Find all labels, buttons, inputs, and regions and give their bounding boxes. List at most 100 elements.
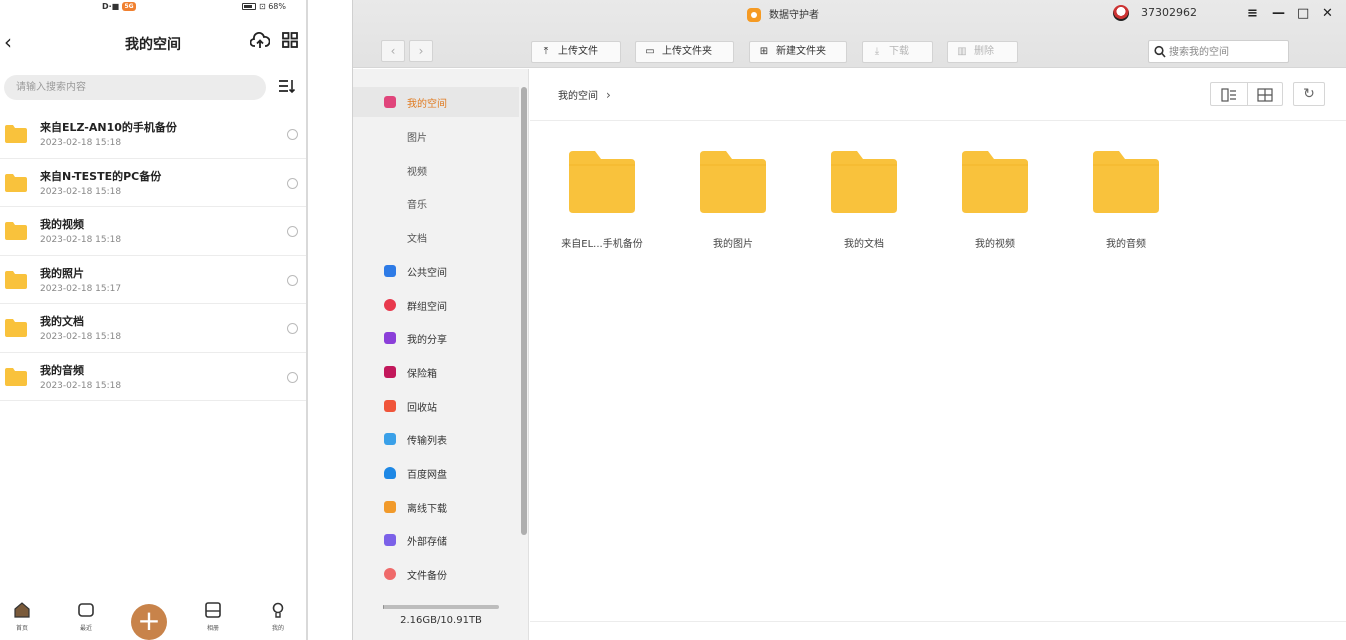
user-info[interactable]: 37302962 xyxy=(1113,5,1197,21)
divider xyxy=(530,621,1346,622)
group-space-icon xyxy=(384,299,396,311)
battery-text: ⊡ 68% xyxy=(258,2,286,11)
tab-mine[interactable]: 我的 xyxy=(258,602,298,632)
storage-progress-fill xyxy=(383,605,385,609)
close-button[interactable]: ✕ xyxy=(1322,6,1333,21)
folder-name: 我的文档 xyxy=(844,239,884,250)
breadcrumb-item[interactable]: 我的空间 xyxy=(558,91,598,102)
sidebar-item-file-backup[interactable]: 文件备份 xyxy=(353,559,519,589)
folder-tile[interactable]: 我的视频 xyxy=(940,151,1050,251)
sidebar-item-documents[interactable]: 文档 xyxy=(353,222,519,252)
network-badge: 5G xyxy=(122,2,137,11)
folder-icon xyxy=(5,270,27,293)
cloud-upload-icon[interactable] xyxy=(249,32,271,54)
grid-view-icon[interactable] xyxy=(282,32,298,52)
menu-icon[interactable]: ≡ xyxy=(1247,6,1258,21)
sidebar-item-my-share[interactable]: 我的分享 xyxy=(353,323,519,353)
upload-folder-button[interactable]: ▭ 上传文件夹 xyxy=(635,41,734,63)
list-item[interactable]: 我的音频 2023-02-18 15:18 xyxy=(0,353,306,401)
sidebar-item-my-space[interactable]: 我的空间 xyxy=(353,87,519,117)
grid-view-icon[interactable] xyxy=(1257,87,1273,102)
maximize-button[interactable]: □ xyxy=(1297,6,1309,21)
list-item[interactable]: 我的文档 2023-02-18 15:18 xyxy=(0,304,306,353)
sidebar-item-pictures[interactable]: 图片 xyxy=(353,121,519,151)
offline-download-icon xyxy=(384,501,396,513)
sidebar-item-label: 我的空间 xyxy=(407,99,447,110)
sidebar-item-label: 传输列表 xyxy=(407,436,447,447)
sidebar-item-label: 公共空间 xyxy=(407,268,447,279)
select-radio[interactable] xyxy=(287,323,298,334)
status-signal-text: D·■ xyxy=(102,2,120,11)
download-icon: ⤓ xyxy=(874,46,880,57)
item-meta: 2023-02-18 15:18 xyxy=(40,186,122,197)
share-icon xyxy=(384,332,396,344)
sidebar-item-external-storage[interactable]: 外部存储 xyxy=(353,525,519,555)
refresh-button[interactable]: ↻ xyxy=(1293,82,1325,106)
search-input[interactable] xyxy=(1169,43,1287,61)
sidebar-item-group-space[interactable]: 群组空间 xyxy=(353,290,519,320)
breadcrumb: 我的空间 › xyxy=(558,87,611,102)
divider-gap xyxy=(310,0,352,640)
folder-icon xyxy=(1093,151,1159,213)
list-item[interactable]: 来自ELZ-AN10的手机备份 2023-02-18 15:18 xyxy=(0,110,306,159)
tab-album[interactable]: 相册 xyxy=(193,602,233,632)
sidebar-item-label: 离线下载 xyxy=(407,504,447,515)
sidebar-item-label: 我的分享 xyxy=(407,335,447,346)
folder-tile[interactable]: 我的图片 xyxy=(678,151,788,251)
new-folder-label: 新建文件夹 xyxy=(776,46,826,57)
external-storage-icon xyxy=(384,534,396,546)
folder-tile[interactable]: 我的音频 xyxy=(1071,151,1181,251)
search-box[interactable] xyxy=(1148,40,1289,63)
sidebar-item-label: 群组空间 xyxy=(407,302,447,313)
forward-button[interactable]: › xyxy=(409,40,433,62)
sidebar-item-safe-box[interactable]: 保险箱 xyxy=(353,357,519,387)
sidebar-item-baidu-netdisk[interactable]: 百度网盘 xyxy=(353,458,519,488)
sidebar-item-offline-download[interactable]: 离线下载 xyxy=(353,492,519,522)
select-radio[interactable] xyxy=(287,371,298,383)
tab-label: 首页 xyxy=(15,625,28,632)
my-space-icon xyxy=(384,96,396,108)
folder-name: 我的图片 xyxy=(713,239,753,250)
sidebar-item-videos[interactable]: 视频 xyxy=(353,155,519,185)
upload-file-button[interactable]: ⤒ 上传文件 xyxy=(531,41,621,63)
battery-icon xyxy=(242,3,257,10)
sidebar-item-music[interactable]: 音乐 xyxy=(353,188,519,218)
item-name: 我的视频 xyxy=(40,218,84,231)
list-item[interactable]: 来自N-TESTE的PC备份 2023-02-18 15:18 xyxy=(0,159,306,207)
minimize-button[interactable]: — xyxy=(1272,6,1285,21)
list-item[interactable]: 我的视频 2023-02-18 15:18 xyxy=(0,207,306,256)
list-item[interactable]: 我的照片 2023-02-18 15:17 xyxy=(0,256,306,304)
mobile-search-input[interactable] xyxy=(4,75,266,100)
back-button[interactable]: ‹ xyxy=(381,40,405,62)
sidebar-item-label: 百度网盘 xyxy=(407,470,447,481)
delete-button[interactable]: ▥ 删除 xyxy=(947,41,1018,63)
select-radio[interactable] xyxy=(287,129,298,140)
tab-home[interactable]: 首页 xyxy=(2,602,42,632)
select-radio[interactable] xyxy=(287,274,298,286)
item-meta: 2023-02-18 15:17 xyxy=(40,283,122,294)
folder-name: 我的音频 xyxy=(1106,239,1146,250)
download-button[interactable]: ⤓ 下载 xyxy=(862,41,933,63)
sidebar-scrollbar[interactable] xyxy=(521,87,527,535)
tab-recent[interactable]: 最近 xyxy=(66,602,106,632)
folder-icon xyxy=(700,151,766,213)
recycle-bin-icon xyxy=(384,400,396,412)
select-radio[interactable] xyxy=(287,226,298,237)
upload-icon: ⤒ xyxy=(543,46,549,57)
sidebar-item-transfer-list[interactable]: 传输列表 xyxy=(353,424,519,454)
list-view-icon[interactable] xyxy=(1221,87,1237,102)
folder-icon xyxy=(5,319,27,341)
mobile-file-list: 来自ELZ-AN10的手机备份 2023-02-18 15:18 来自N-TES… xyxy=(0,110,306,401)
sidebar-item-recycle-bin[interactable]: 回收站 xyxy=(353,391,519,421)
select-radio[interactable] xyxy=(287,177,298,189)
new-folder-button[interactable]: ⊞ 新建文件夹 xyxy=(749,41,847,63)
sidebar-item-public-space[interactable]: 公共空间 xyxy=(353,256,519,286)
add-button[interactable]: + xyxy=(131,604,167,640)
folder-icon xyxy=(5,125,27,147)
sort-icon[interactable] xyxy=(278,78,296,98)
sidebar-item-label: 文档 xyxy=(407,234,427,245)
folder-tile[interactable]: 来自EL...手机备份 xyxy=(547,151,657,251)
folder-tile[interactable]: 我的文档 xyxy=(809,151,919,251)
tab-label: 最近 xyxy=(79,625,92,632)
upload-folder-label: 上传文件夹 xyxy=(662,46,712,57)
